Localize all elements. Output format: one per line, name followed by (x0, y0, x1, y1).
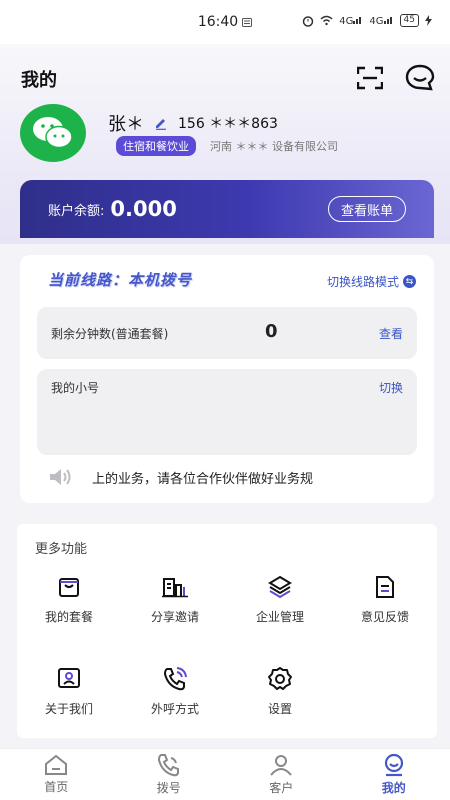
wechat-logo-icon (33, 117, 73, 149)
function-label: 设置 (267, 702, 292, 716)
notice-bar: 上的业务，请各位合作伙伴做好业务规 (48, 465, 418, 489)
share-icon (162, 578, 188, 598)
gear-icon (268, 667, 292, 690)
nav-label: 首页 (44, 780, 69, 794)
charging-icon (425, 15, 432, 26)
user-name: 张＊ (108, 114, 144, 135)
status-time-group: 16:40 (197, 14, 253, 30)
edit-icon[interactable] (154, 116, 168, 130)
notice-text: 上的业务，请各位合作伙伴做好业务规 (92, 471, 314, 487)
line-card: 当前线路：本机拨号 切换线路模式 ⇆ 剩余分钟数(普通套餐) 0 查看 我的小号… (20, 255, 434, 503)
speaker-icon (50, 469, 71, 485)
signal-a-label: 4G (339, 15, 354, 27)
function-label: 我的套餐 (44, 610, 93, 624)
view-minutes-link[interactable]: 查看 (379, 325, 403, 342)
about-icon (58, 668, 80, 688)
signal-bars-icon (383, 16, 392, 24)
more-functions-card: 更多功能 我的套餐 分享邀请 企业管理 意见反馈 关于我们 外呼方式 设置 (17, 524, 437, 738)
minutes-label: 剩余分钟数(普通套餐) (51, 327, 169, 341)
notification-icon (242, 17, 253, 27)
layers-icon (268, 575, 292, 599)
swap-icon: ⇆ (403, 275, 416, 288)
bottom-nav: 首页 拨号 客户 我的 (0, 748, 450, 800)
switch-line-mode-button[interactable]: 切换线路模式 ⇆ (327, 273, 416, 290)
sub-number-label: 我的小号 (51, 381, 100, 395)
balance-label: 账户余额: (48, 203, 105, 219)
sub-number-box: 我的小号 切换 (37, 369, 417, 455)
function-label: 外呼方式 (150, 702, 199, 716)
customer-icon (270, 755, 293, 776)
message-button[interactable] (404, 62, 436, 94)
page-title: 我的 (21, 70, 57, 91)
function-enterprise-management[interactable]: 企业管理 (230, 574, 330, 625)
status-bar: 16:40 4G 4G 45 (0, 0, 450, 44)
function-feedback[interactable]: 意见反馈 (335, 574, 435, 625)
scan-button[interactable] (354, 62, 386, 94)
function-outbound-method[interactable]: 外呼方式 (125, 666, 225, 717)
signal-b: 4G (369, 15, 393, 27)
balance-value: 0.000 (110, 197, 177, 221)
nav-label: 客户 (269, 781, 294, 795)
minutes-box: 剩余分钟数(普通套餐) 0 查看 (37, 307, 417, 359)
battery-indicator: 45 (399, 14, 419, 27)
chat-bubble-icon (405, 64, 435, 91)
alarm-icon (303, 15, 314, 27)
nav-item-dial[interactable]: 拨号 (113, 749, 226, 800)
user-phone: 156 ＊＊＊863 (178, 116, 278, 132)
nav-label: 拨号 (156, 781, 181, 795)
nav-item-me[interactable]: 我的 (338, 749, 450, 800)
wifi-icon (320, 15, 333, 26)
function-about-us[interactable]: 关于我们 (19, 666, 119, 717)
view-bill-button[interactable]: 查看账单 (327, 196, 406, 222)
function-label: 意见反馈 (360, 610, 409, 624)
scan-icon (357, 66, 383, 90)
signal-b-label: 4G (369, 15, 384, 27)
signal-bars-icon (353, 16, 362, 24)
nav-label: 我的 (381, 781, 406, 795)
function-settings[interactable]: 设置 (230, 666, 330, 717)
switch-sub-number-link[interactable]: 切换 (379, 379, 403, 396)
industry-tag: 住宿和餐饮业 (116, 136, 196, 156)
nav-item-home[interactable]: 首页 (0, 749, 113, 800)
profile-name-row: 张＊ 156 ＊＊＊863 (108, 110, 278, 136)
balance-card: 账户余额: 0.000 查看账单 (20, 180, 434, 238)
top-bar: 我的 (0, 56, 450, 100)
avatar[interactable] (20, 104, 86, 162)
more-functions-title: 更多功能 (35, 542, 88, 557)
status-time: 16:40 (197, 14, 239, 30)
function-label: 企业管理 (255, 610, 304, 624)
company-name: 河南 ＊＊＊ 设备有限公司 (210, 140, 338, 153)
signal-a: 4G (339, 15, 363, 27)
package-icon (59, 578, 79, 597)
current-line-label: 当前线路：本机拨号 (48, 271, 193, 289)
status-indicators: 4G 4G 45 (302, 14, 432, 27)
switch-line-mode-label: 切换线路模式 (326, 275, 399, 289)
function-label: 分享邀请 (150, 610, 199, 624)
dial-icon (157, 754, 179, 777)
me-icon (384, 753, 403, 777)
profile-tag-row: 住宿和餐饮业 河南 ＊＊＊ 设备有限公司 (116, 136, 338, 156)
function-share-invite[interactable]: 分享邀请 (125, 574, 225, 625)
nav-item-customer[interactable]: 客户 (225, 749, 338, 800)
feedback-icon (376, 576, 394, 598)
home-icon (45, 754, 68, 775)
minutes-value: 0 (265, 321, 278, 342)
function-my-package[interactable]: 我的套餐 (19, 574, 119, 625)
function-label: 关于我们 (44, 702, 93, 716)
phone-call-icon (163, 667, 187, 691)
